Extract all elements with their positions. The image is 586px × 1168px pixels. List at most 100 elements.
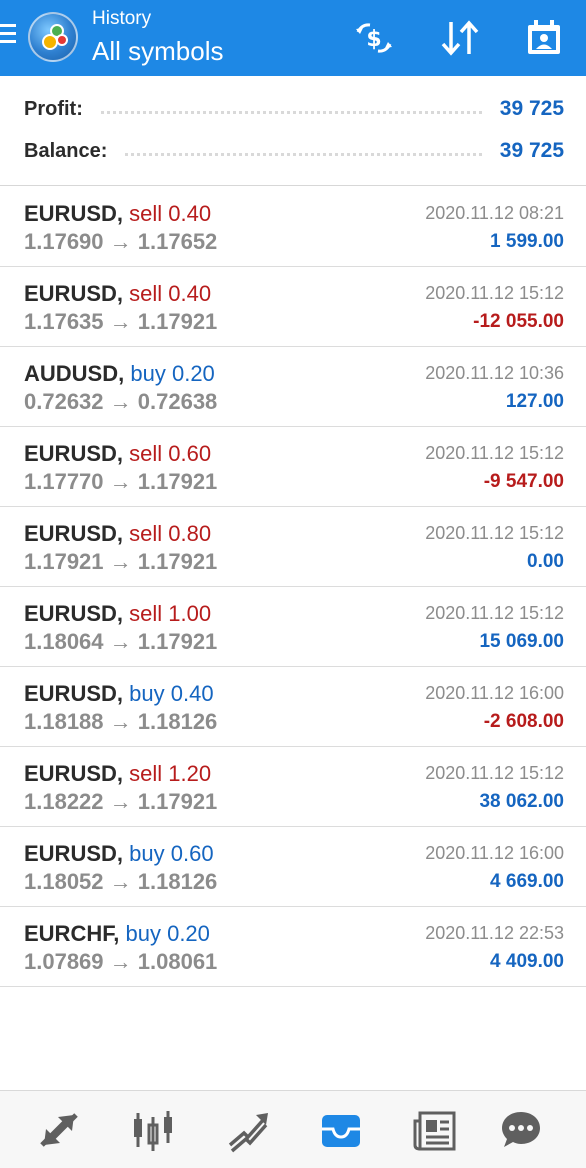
deal-open-price: 1.18222 [24, 789, 104, 814]
deal-close-price: 1.17921 [137, 549, 218, 574]
deal-close-price: 1.18126 [137, 709, 218, 734]
deal-symbol: EURUSD, [24, 201, 124, 226]
deal-row[interactable]: EURUSD, sell 0.80 1.17921 → 1.17921 2020.1… [0, 507, 586, 587]
deal-symbol: EURUSD, [24, 281, 124, 306]
chart-icon[interactable] [128, 1105, 178, 1155]
deals-list: EURUSD, sell 0.40 1.17690 → 1.17652 2020.1… [0, 187, 586, 987]
deal-symbol: EURUSD, [24, 761, 124, 786]
deal-time: 2020.11.12 16:00 [425, 683, 564, 703]
deal-profit: 4 669.00 [490, 871, 564, 892]
deal-symbol: EURUSD, [24, 841, 124, 866]
deal-open-price: 1.18064 [24, 629, 104, 654]
deal-time: 2020.11.12 10:36 [425, 363, 564, 383]
balance-label: Balance: [24, 139, 108, 162]
arrow-right-icon: → [103, 549, 138, 574]
deal-profit: 38 062.00 [479, 791, 564, 812]
deal-open-price: 1.18052 [24, 869, 104, 894]
deal-volume: 0.60 [168, 441, 212, 466]
deal-volume: 0.60 [170, 841, 214, 866]
deal-row[interactable]: EURUSD, sell 0.40 1.17690 → 1.17652 2020.1… [0, 187, 586, 267]
deal-symbol-line: EURUSD, buy 0.40 [24, 681, 214, 707]
deal-volume: 1.20 [168, 761, 212, 786]
deal-volume: 0.20 [167, 921, 210, 946]
deal-row[interactable]: EURUSD, buy 0.40 1.18188 → 1.18126 2020.11… [0, 667, 586, 747]
deal-row[interactable]: EURUSD, sell 0.40 1.17635 → 1.17921 2020.1… [0, 267, 586, 347]
symbol-filter[interactable]: All symbols [92, 36, 223, 67]
deal-prices: 1.18064 → 1.17921 [24, 629, 217, 655]
deal-open-price: 0.72632 [24, 389, 104, 414]
deal-time: 2020.11.12 22:53 [425, 923, 564, 943]
app-bar: History All symbols $ [0, 0, 586, 76]
page-subtitle: History [92, 8, 152, 29]
deal-open-price: 1.17921 [24, 549, 104, 574]
profit-row: Profit: 39 725 [24, 89, 564, 129]
profit-label: Profit: [24, 97, 83, 120]
deal-row[interactable]: EURCHF, buy 0.20 1.07869 → 1.08061 2020.11… [0, 907, 586, 987]
arrow-right-icon: → [103, 629, 138, 654]
deal-volume: 0.40 [168, 281, 212, 306]
deal-side: buy [130, 361, 166, 386]
deal-time: 2020.11.12 08:21 [425, 203, 564, 223]
deal-prices: 1.17635 → 1.17921 [24, 309, 217, 335]
deal-time: 2020.11.12 15:12 [425, 603, 564, 623]
deal-volume: 0.40 [170, 681, 214, 706]
deal-volume: 1.00 [168, 601, 212, 626]
deal-symbol-line: EURUSD, buy 0.60 [24, 841, 214, 867]
deal-open-price: 1.07869 [24, 949, 104, 974]
deal-close-price: 0.72638 [137, 389, 218, 414]
arrow-right-icon: → [103, 949, 138, 974]
deal-row[interactable]: AUDUSD, buy 0.20 0.72632 → 0.72638 2020.11… [0, 347, 586, 427]
balance-value: 39 725 [499, 139, 564, 162]
svg-text:$: $ [366, 27, 381, 52]
deal-side: sell [129, 601, 163, 626]
deal-time: 2020.11.12 15:12 [425, 443, 564, 463]
sort-icon[interactable] [438, 16, 482, 60]
menu-icon[interactable] [0, 24, 18, 46]
deal-row[interactable]: EURUSD, buy 0.60 1.18052 → 1.18126 2020.11… [0, 827, 586, 907]
deal-side: sell [129, 521, 163, 546]
calendar-icon[interactable] [522, 16, 566, 60]
deal-symbol-line: EURUSD, sell 0.40 [24, 281, 211, 307]
deal-symbol-line: EURUSD, sell 0.60 [24, 441, 211, 467]
deal-symbol-line: EURCHF, buy 0.20 [24, 921, 210, 947]
deal-prices: 1.17770 → 1.17921 [24, 469, 217, 495]
deal-profit: 15 069.00 [479, 631, 564, 652]
deal-volume: 0.40 [168, 201, 212, 226]
deal-symbol: EURUSD, [24, 521, 124, 546]
deal-side: sell [129, 761, 163, 786]
deal-close-price: 1.18126 [137, 869, 218, 894]
summary-panel: Profit: 39 725 Balance: 39 725 [0, 76, 586, 186]
deal-row[interactable]: EURUSD, sell 0.60 1.17770 → 1.17921 2020.1… [0, 427, 586, 507]
deal-symbol: EURUSD, [24, 441, 124, 466]
news-icon[interactable] [410, 1105, 460, 1155]
deal-row[interactable]: EURUSD, sell 1.00 1.18064 → 1.17921 2020.1… [0, 587, 586, 667]
trade-icon[interactable] [222, 1105, 272, 1155]
arrow-right-icon: → [103, 229, 138, 254]
bottom-navigation [0, 1090, 586, 1168]
chat-icon[interactable] [496, 1105, 546, 1155]
currency-exchange-icon[interactable]: $ [352, 16, 396, 60]
deal-side: buy [129, 681, 165, 706]
arrow-right-icon: → [103, 709, 138, 734]
deal-row[interactable]: EURUSD, sell 1.20 1.18222 → 1.17921 2020.1… [0, 747, 586, 827]
quotes-icon[interactable] [34, 1105, 84, 1155]
deal-close-price: 1.17921 [137, 309, 218, 334]
deal-symbol-line: EURUSD, sell 1.20 [24, 761, 211, 787]
deal-side: buy [125, 921, 161, 946]
deal-symbol: EURCHF, [24, 921, 120, 946]
deal-close-price: 1.17921 [137, 469, 218, 494]
deal-prices: 1.07869 → 1.08061 [24, 949, 217, 975]
arrow-right-icon: → [103, 309, 138, 334]
deal-prices: 1.17690 → 1.17652 [24, 229, 217, 255]
balance-row: Balance: 39 725 [24, 131, 564, 171]
deal-volume: 0.80 [168, 521, 212, 546]
arrow-right-icon: → [103, 789, 138, 814]
history-icon[interactable] [316, 1105, 366, 1155]
deal-profit: -9 547.00 [483, 471, 564, 492]
deal-open-price: 1.18188 [24, 709, 104, 734]
profit-value: 39 725 [499, 97, 564, 120]
deal-symbol: EURUSD, [24, 601, 124, 626]
deal-close-price: 1.08061 [137, 949, 218, 974]
deal-profit: -12 055.00 [473, 311, 564, 332]
arrow-right-icon: → [103, 469, 138, 494]
